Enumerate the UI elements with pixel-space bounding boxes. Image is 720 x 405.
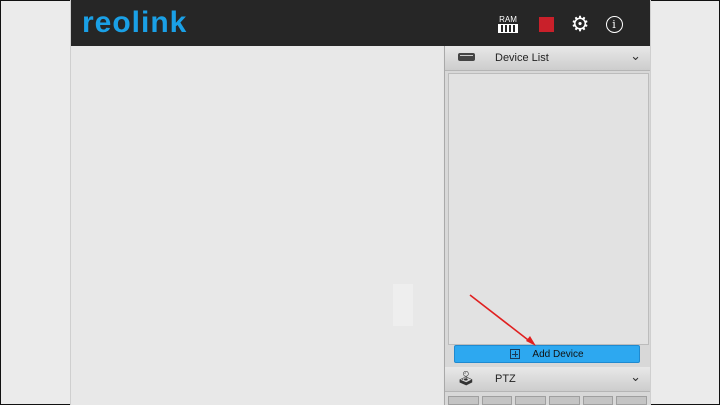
ptz-control-button[interactable]: [515, 396, 547, 405]
live-view-area[interactable]: [71, 46, 443, 405]
top-bar: reolink RAM ⚙ i: [71, 0, 650, 46]
ptz-controls: [448, 396, 648, 405]
info-button[interactable]: i: [602, 12, 626, 36]
ptz-title: PTZ: [495, 373, 516, 385]
ptz-control-button[interactable]: [448, 396, 479, 405]
ptz-joystick-icon: 🕹: [457, 370, 475, 386]
add-device-button[interactable]: Add Device: [454, 345, 640, 363]
add-icon: [510, 349, 521, 359]
ram-label: RAM: [499, 15, 517, 24]
ptz-control-button[interactable]: [616, 396, 648, 405]
device-list-icon: [458, 53, 475, 61]
chevron-down-icon[interactable]: ⌄: [630, 48, 641, 64]
info-icon: i: [605, 15, 623, 33]
chevron-down-icon[interactable]: ⌄: [630, 369, 641, 385]
reolink-client-window: reolink RAM ⚙ i Device List ⌄ Add Device: [70, 0, 651, 405]
reolink-logo: reolink: [82, 6, 188, 39]
device-list-title: Device List: [495, 52, 549, 64]
record-button[interactable]: [534, 12, 558, 36]
add-device-label: Add Device: [532, 348, 584, 360]
ptz-control-button[interactable]: [549, 396, 580, 405]
device-list[interactable]: [448, 73, 649, 345]
gear-icon: ⚙: [570, 12, 590, 36]
settings-button[interactable]: ⚙: [568, 12, 592, 36]
ptz-control-button[interactable]: [582, 396, 614, 405]
ram-chip-graphic: [498, 24, 518, 33]
device-list-header[interactable]: Device List ⌄: [445, 46, 650, 71]
ptz-header[interactable]: 🕹 PTZ ⌄: [445, 367, 650, 392]
ptz-control-button[interactable]: [481, 396, 513, 405]
video-placeholder-mark: [393, 284, 413, 326]
record-icon: [538, 16, 554, 32]
side-panel: Device List ⌄ Add Device 🕹 PTZ ⌄: [444, 46, 650, 405]
ram-icon[interactable]: RAM: [496, 12, 520, 36]
